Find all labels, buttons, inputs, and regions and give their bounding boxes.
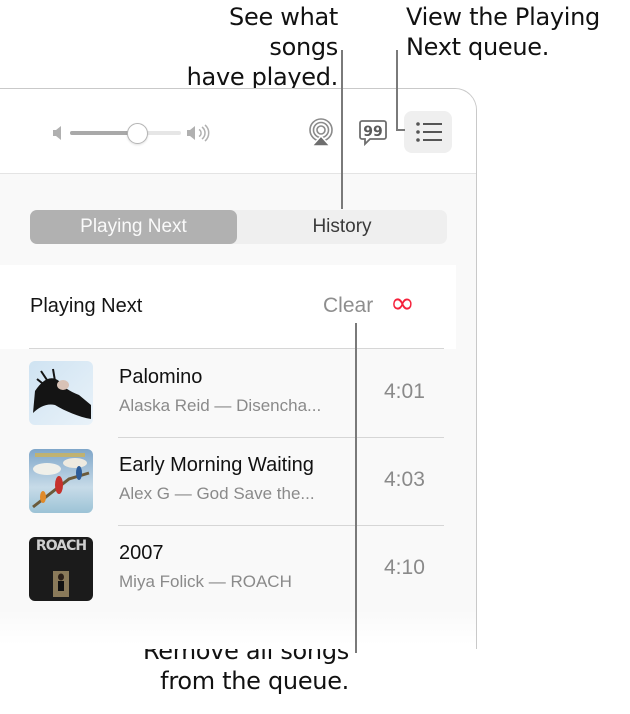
album-art-god-save-the-animals [29, 449, 93, 513]
callout-clear-line [355, 323, 357, 653]
track-separator [118, 437, 444, 438]
track-title: Palomino [119, 366, 203, 388]
volume-slider-knob[interactable] [126, 123, 148, 144]
header-divider [29, 348, 444, 349]
speaker-low-icon [53, 126, 61, 140]
playing-next-queue-button[interactable] [404, 111, 452, 153]
speaker-high-icon [187, 124, 210, 142]
callout-queue-line1: View the Playing [406, 3, 600, 31]
album-art-roach: ROACH [29, 537, 93, 601]
track-duration: 4:03 [384, 468, 425, 491]
playing-next-panel: 99 Playing Next History Playing Next Cle… [0, 88, 477, 649]
track-row[interactable]: ROACH 2007 Miya Folick — ROACH 4:10 [0, 527, 456, 615]
track-duration: 4:10 [384, 556, 425, 579]
callout-clear-line2: from the queue. [160, 667, 349, 695]
svg-text:99: 99 [363, 124, 382, 140]
callout-history-line1: See what songs [229, 3, 338, 61]
queue-history-segmented-control: Playing Next History [30, 210, 447, 244]
track-title: Early Morning Waiting [119, 454, 314, 476]
list-bullet-icon [416, 122, 442, 142]
callout-history-line [341, 50, 343, 209]
callout-queue-line2: Next queue. [406, 33, 550, 61]
autoplay-infinity-icon[interactable]: ∞ [390, 289, 415, 319]
callout-queue: View the Playing Next queue. [406, 2, 600, 62]
album-art-palomino [29, 361, 93, 425]
track-separator [118, 525, 444, 526]
track-title: 2007 [119, 542, 164, 564]
volume-slider[interactable] [70, 123, 181, 144]
track-artist-album: Alex G — God Save the... [119, 484, 315, 503]
tab-playing-next[interactable]: Playing Next [30, 210, 237, 244]
toolbar: 99 [0, 89, 476, 174]
playing-next-header: Playing Next Clear ∞ [0, 265, 456, 349]
callout-queue-line [396, 50, 398, 131]
tab-history[interactable]: History [237, 210, 447, 244]
track-artist-album: Miya Folick — ROACH [119, 572, 292, 591]
track-row[interactable]: Palomino Alaska Reid — Disencha... 4:01 [0, 351, 456, 439]
airplay-icon[interactable] [306, 117, 336, 147]
track-duration: 4:01 [384, 380, 425, 403]
track-artist-album: Alaska Reid — Disencha... [119, 396, 322, 415]
track-row[interactable]: Early Morning Waiting Alex G — God Save … [0, 439, 456, 527]
clear-button[interactable]: Clear [323, 294, 373, 318]
panel-bottom-fade [0, 609, 476, 649]
section-title: Playing Next [30, 295, 143, 317]
lyrics-quote-bubble-icon[interactable]: 99 [358, 119, 388, 149]
callout-history: See what songs have played. [172, 2, 339, 92]
callout-queue-line-h [396, 129, 405, 131]
